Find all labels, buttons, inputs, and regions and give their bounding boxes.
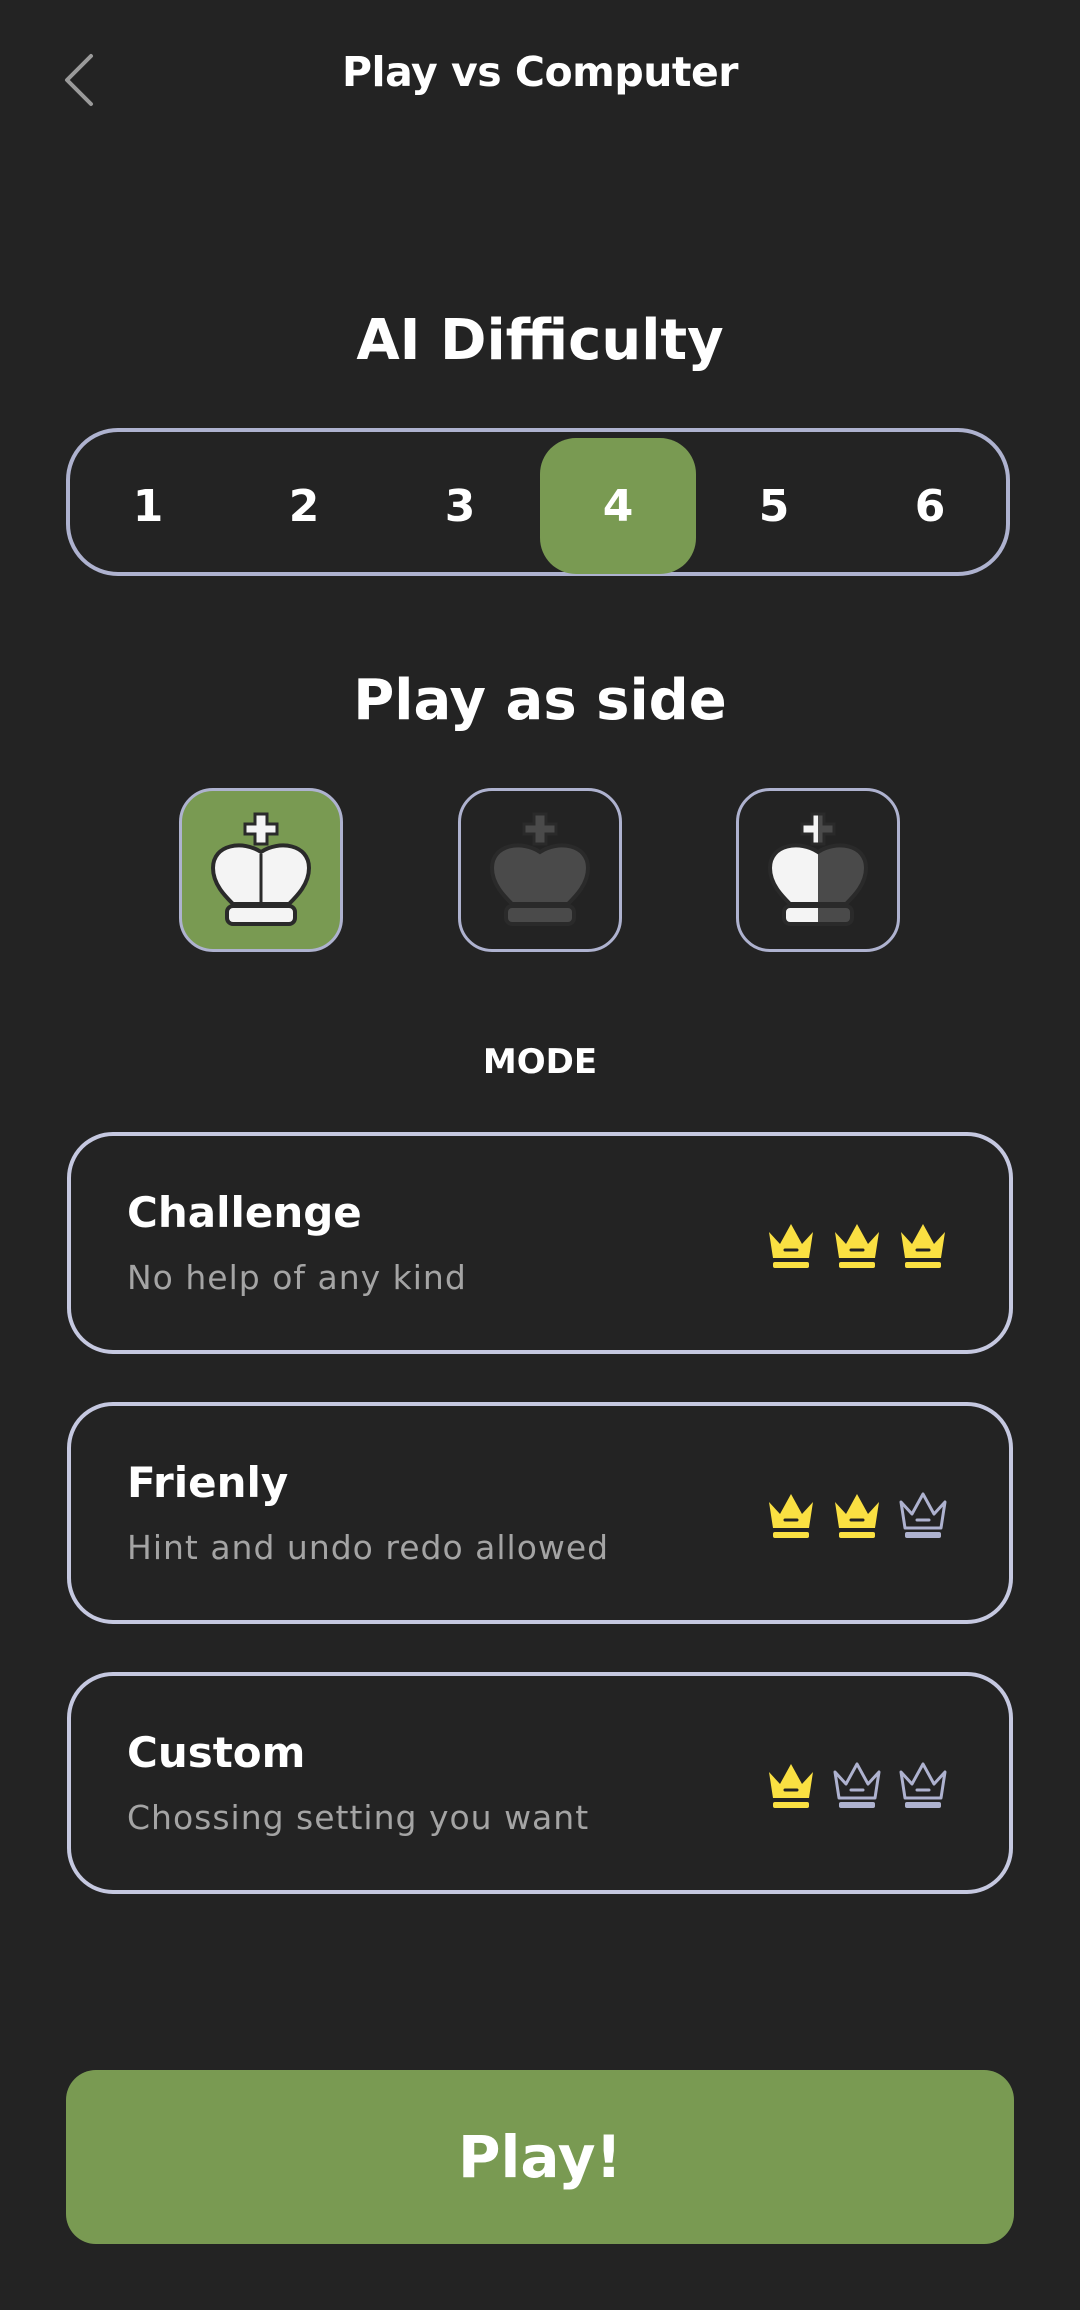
half-white-half-black-king-icon bbox=[767, 812, 869, 926]
difficulty-level-1[interactable]: 1 bbox=[70, 438, 226, 574]
mode-card-challenge[interactable]: Challenge No help of any kind bbox=[67, 1132, 1013, 1354]
crown-filled-icon bbox=[769, 1494, 813, 1538]
crown-filled-icon bbox=[901, 1224, 945, 1268]
mode-description: Hint and undo redo allowed bbox=[127, 1528, 610, 1567]
crown-filled-icon bbox=[769, 1224, 813, 1268]
black-king-icon bbox=[489, 812, 591, 926]
difficulty-level-6[interactable]: 6 bbox=[852, 438, 1008, 574]
mode-name: Custom bbox=[127, 1728, 306, 1777]
difficulty-level-2[interactable]: 2 bbox=[226, 438, 382, 574]
difficulty-level-3[interactable]: 3 bbox=[382, 438, 538, 574]
difficulty-rating bbox=[763, 1218, 951, 1274]
crown-filled-icon bbox=[835, 1494, 879, 1538]
crown-filled-icon bbox=[769, 1764, 813, 1808]
side-title: Play as side bbox=[353, 668, 727, 733]
play-button[interactable]: Play! bbox=[66, 2070, 1014, 2244]
white-king-icon bbox=[210, 812, 312, 926]
side-option-white[interactable] bbox=[179, 788, 343, 952]
mode-card-frienly[interactable]: Frienly Hint and undo redo allowed bbox=[67, 1402, 1013, 1624]
difficulty-rating bbox=[763, 1488, 951, 1544]
difficulty-level-4[interactable]: 4 bbox=[540, 438, 696, 574]
difficulty-rating bbox=[763, 1758, 951, 1814]
mode-description: No help of any kind bbox=[127, 1258, 467, 1297]
crown-empty-icon bbox=[899, 1492, 947, 1538]
mode-name: Challenge bbox=[127, 1188, 362, 1237]
mode-card-custom[interactable]: Custom Chossing setting you want bbox=[67, 1672, 1013, 1894]
side-option-random[interactable] bbox=[736, 788, 900, 952]
side-option-black[interactable] bbox=[458, 788, 622, 952]
crown-empty-icon bbox=[833, 1762, 881, 1808]
mode-description: Chossing setting you want bbox=[127, 1798, 590, 1837]
crown-empty-icon bbox=[899, 1762, 947, 1808]
crown-filled-icon bbox=[835, 1224, 879, 1268]
mode-title: MODE bbox=[482, 1042, 598, 1082]
page-title: Play vs Computer bbox=[341, 48, 739, 96]
mode-name: Frienly bbox=[127, 1458, 289, 1507]
difficulty-title: AI Difficulty bbox=[356, 308, 724, 373]
difficulty-selector: 1 2 3 4 5 6 bbox=[66, 428, 1010, 576]
difficulty-level-5[interactable]: 5 bbox=[696, 438, 852, 574]
